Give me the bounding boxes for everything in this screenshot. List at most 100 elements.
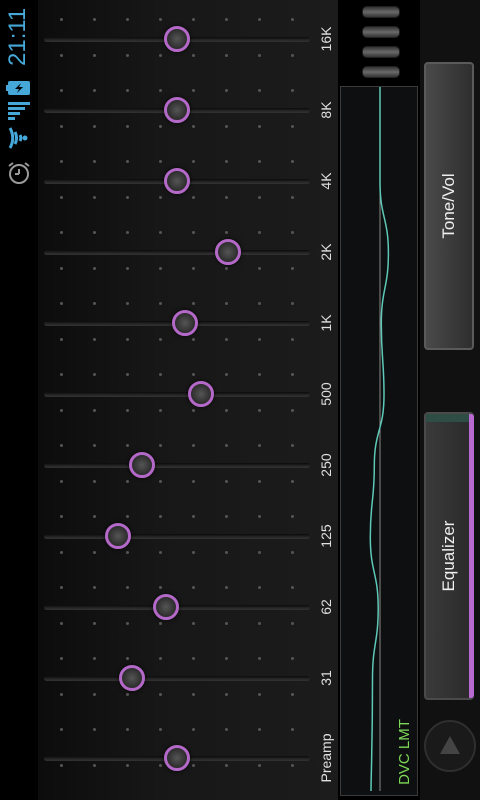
grid-dot [126, 480, 129, 483]
grid-dot [291, 302, 294, 305]
grid-dot [126, 231, 129, 234]
tab-equalizer[interactable]: Equalizer [424, 412, 474, 700]
slider-track[interactable] [44, 676, 310, 681]
slider-knob[interactable] [214, 239, 241, 265]
grid-dot [159, 551, 162, 554]
grid-dot [192, 54, 195, 57]
grid-dot [291, 764, 294, 767]
grid-dot [159, 444, 162, 447]
dvc-lmt-label: DVC LMT [396, 719, 413, 785]
grid-dot [126, 693, 129, 696]
grid-dot [258, 444, 261, 447]
grid-dot [60, 444, 63, 447]
slider-knob[interactable] [164, 97, 190, 123]
slider-track[interactable] [44, 463, 310, 468]
grid-dot [258, 160, 261, 163]
grid-dot [93, 622, 96, 625]
grid-dot [126, 18, 129, 21]
slider-track[interactable] [44, 392, 310, 397]
grid-dot [93, 764, 96, 767]
grid-dot [225, 89, 228, 92]
battery-charging-icon [6, 80, 32, 101]
slider-knob[interactable] [118, 665, 145, 691]
slider-knob[interactable] [187, 381, 214, 407]
grid-dot [159, 18, 162, 21]
grid-dot [258, 231, 261, 234]
grid-dot [258, 764, 261, 767]
grid-dot [192, 728, 195, 731]
slider-knob[interactable] [171, 310, 198, 336]
tab-tone-vol[interactable]: Tone/Vol [424, 62, 474, 350]
grid-dot [126, 444, 129, 447]
grid-dot [291, 338, 294, 341]
grid-dot [225, 586, 228, 589]
grid-dot [258, 267, 261, 270]
tab-tone-vol-label: Tone/Vol [439, 173, 458, 239]
grid-dot [93, 444, 96, 447]
play-button[interactable] [424, 720, 476, 772]
grid-dot [60, 125, 63, 128]
grid-dot [192, 267, 195, 270]
grid-dot [192, 231, 195, 234]
grid-dot [126, 160, 129, 163]
eq-response-graph [340, 39, 418, 796]
grid-dot [225, 302, 228, 305]
indicator-pill [362, 26, 400, 38]
grid-dot [225, 622, 228, 625]
grid-dot [291, 18, 294, 21]
grid-dot [291, 622, 294, 625]
grid-dot [93, 160, 96, 163]
band-label: 2K [318, 243, 334, 261]
slider-track[interactable] [44, 250, 310, 255]
grid-dot [258, 54, 261, 57]
grid-dot [258, 728, 261, 731]
grid-dot [126, 586, 129, 589]
grid-dot [60, 728, 63, 731]
grid-dot [225, 196, 228, 199]
grid-dot [291, 231, 294, 234]
grid-dot [60, 18, 63, 21]
grid-dot [93, 267, 96, 270]
grid-dot [192, 622, 195, 625]
grid-dot [258, 515, 261, 518]
band-label: 62 [318, 599, 334, 615]
grid-dot [192, 373, 195, 376]
grid-dot [93, 302, 96, 305]
grid-dot [60, 231, 63, 234]
grid-dot [60, 302, 63, 305]
tab-equalizer-label: Equalizer [439, 520, 458, 592]
band-label: 500 [318, 382, 334, 406]
slider-knob[interactable] [164, 168, 190, 194]
grid-dot [192, 409, 195, 412]
wifi-icon [6, 126, 32, 155]
slider-knob[interactable] [164, 745, 190, 771]
grid-dot [192, 764, 195, 767]
grid-dot [225, 160, 228, 163]
play-icon [440, 736, 460, 754]
grid-dot [60, 160, 63, 163]
grid-dot [225, 409, 228, 412]
grid-dot [60, 764, 63, 767]
grid-dot [258, 89, 261, 92]
band-label: 250 [318, 453, 334, 477]
band-label: 125 [318, 524, 334, 548]
grid-dot [159, 302, 162, 305]
grid-dot [291, 657, 294, 660]
grid-dot [93, 480, 96, 483]
alarm-icon [6, 162, 32, 191]
grid-dot [60, 622, 63, 625]
slider-track[interactable] [44, 534, 310, 539]
grid-dot [258, 551, 261, 554]
grid-dot [126, 267, 129, 270]
slider-knob[interactable] [164, 26, 190, 52]
band-label: Preamp [318, 733, 334, 783]
grid-dot [291, 728, 294, 731]
band-label: 4K [318, 172, 334, 190]
indicator-pill [362, 46, 400, 58]
grid-dot [192, 444, 195, 447]
grid-dot [159, 409, 162, 412]
grid-dot [291, 125, 294, 128]
grid-dot [126, 728, 129, 731]
grid-dot [93, 373, 96, 376]
grid-dot [159, 267, 162, 270]
